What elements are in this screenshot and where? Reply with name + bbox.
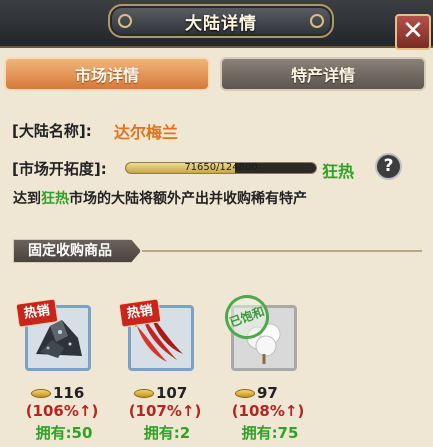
desc-prefix: 达到 bbox=[13, 191, 41, 207]
coin-icon bbox=[134, 389, 154, 398]
tab-market-details[interactable]: 市场详情 bbox=[4, 57, 210, 91]
desc-suffix: 市场的大陆将额外产出并收购稀有特产 bbox=[69, 191, 307, 207]
section-divider bbox=[142, 250, 422, 252]
price-percent: (107%↑) bbox=[128, 402, 202, 420]
price-percent: (108%↑) bbox=[231, 402, 305, 420]
section-title: 固定收购商品 bbox=[13, 239, 141, 263]
price-percent: (106%↑) bbox=[25, 402, 99, 420]
price-value: 116 bbox=[53, 384, 85, 402]
price-value: 107 bbox=[156, 384, 188, 402]
help-button[interactable]: ? bbox=[375, 153, 402, 180]
market-status: 狂热 bbox=[322, 162, 355, 181]
owned-count: 拥有:2 bbox=[143, 424, 191, 442]
item-price: 107 bbox=[134, 384, 214, 402]
tab-specialty-details[interactable]: 特产详情 bbox=[220, 57, 426, 91]
title-plate: 大陆详情 bbox=[108, 4, 334, 38]
continent-name-value: 达尔梅兰 bbox=[114, 123, 179, 142]
owned-count: 拥有:50 bbox=[35, 424, 93, 442]
desc-highlight: 狂热 bbox=[41, 191, 69, 207]
coin-icon bbox=[235, 389, 255, 398]
market-progress-text: 71650/124800 bbox=[184, 162, 258, 173]
owned-count: 拥有:75 bbox=[241, 424, 299, 442]
header-bar: 大陆详情 bbox=[0, 0, 433, 48]
continent-name-label: [大陆名称]: bbox=[12, 122, 92, 140]
ornament-icon bbox=[310, 14, 324, 28]
item-price: 97 bbox=[235, 384, 315, 402]
item-price: 116 bbox=[31, 384, 111, 402]
close-button[interactable]: ✕ bbox=[395, 14, 431, 50]
market-development-label: [市场开拓度]: bbox=[12, 160, 107, 178]
price-value: 97 bbox=[257, 384, 278, 402]
coin-icon bbox=[31, 389, 51, 398]
page-title: 大陆详情 bbox=[185, 13, 257, 34]
market-description: 达到狂热市场的大陆将额外产出并收购稀有特产 bbox=[13, 188, 307, 208]
ornament-icon bbox=[118, 14, 132, 28]
